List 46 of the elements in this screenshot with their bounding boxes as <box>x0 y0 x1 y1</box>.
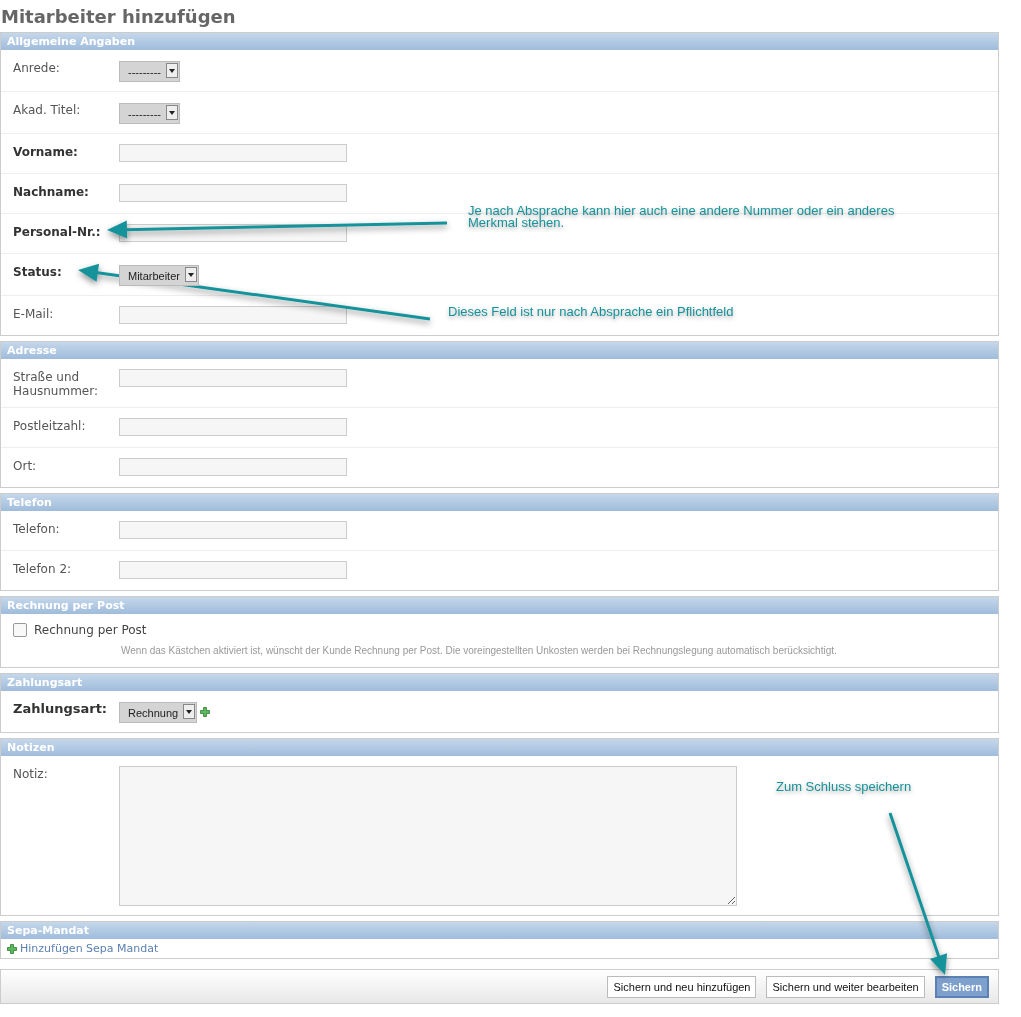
section-header: Zahlungsart <box>1 674 998 691</box>
save-button[interactable]: Sichern und weiter bearbeiten <box>766 976 925 998</box>
add-icon[interactable] <box>200 707 211 717</box>
add-link[interactable]: Hinzufügen Sepa Mandat <box>20 942 159 955</box>
field-label: Nachname: <box>13 184 90 199</box>
field-label: Rechnung per Post <box>34 623 147 637</box>
section-header: Notizen <box>1 739 998 756</box>
save-button[interactable]: Sichern und neu hinzufügen <box>607 976 757 998</box>
text-input-field[interactable] <box>119 144 347 162</box>
text-input-field[interactable] <box>119 521 347 539</box>
section-header: Allgemeine Angaben <box>1 33 998 50</box>
checkbox[interactable] <box>13 623 27 637</box>
field-label: Zahlungsart: <box>13 701 109 716</box>
field-label: Anrede: <box>13 60 61 75</box>
field-label: Postleitzahl: <box>13 418 87 433</box>
annotation-text: Je nach Absprache kann hier auch eine andere Nummer oder ein anderes Merkmal stehen. <box>468 205 896 229</box>
field-label: Straße und Hausnummer: <box>13 369 99 398</box>
field-label: Status: <box>13 264 63 279</box>
select-field[interactable]: Rechnung <box>119 702 198 723</box>
help-text: Wenn das Kästchen aktiviert ist, wünscht der Kunde Rechnung per Post. Die voreingestellten Unkosten werden bei Rechnungslegung automatisch berücksichtigt. <box>121 645 837 656</box>
section-header: Sepa-Mandat <box>1 922 998 939</box>
text-input-field[interactable] <box>119 184 347 202</box>
section-header: Telefon <box>1 494 998 511</box>
select-field[interactable]: --------- <box>119 61 180 82</box>
text-input-field[interactable] <box>119 369 347 387</box>
page-title: Mitarbeiter hinzufügen <box>0 5 237 29</box>
annotation-text: Dieses Feld ist nur nach Absprache ein Pflichtfeld <box>448 306 734 318</box>
select-field[interactable]: Mitarbeiter <box>119 265 199 286</box>
field-label: Ort: <box>13 458 38 473</box>
field-label: Telefon 2: <box>13 561 73 576</box>
section-header: Rechnung per Post <box>1 597 998 614</box>
annotation-text: Zum Schluss speichern <box>776 781 912 793</box>
field-label: Vorname: <box>13 144 79 159</box>
text-input-field[interactable] <box>119 561 347 579</box>
field-label: Telefon: <box>13 521 61 536</box>
field-label: Akad. Titel: <box>13 102 82 117</box>
text-input-field[interactable] <box>119 418 347 436</box>
select-field[interactable]: --------- <box>119 103 180 124</box>
add-icon <box>7 943 17 954</box>
section-header: Adresse <box>1 342 998 359</box>
text-input-field[interactable] <box>119 458 347 476</box>
textarea-field[interactable] <box>119 766 737 906</box>
field-label: Personal-Nr.: <box>13 224 102 239</box>
text-input-field[interactable] <box>119 306 347 324</box>
field-label: E-Mail: <box>13 306 55 321</box>
field-label: Notiz: <box>13 766 49 781</box>
